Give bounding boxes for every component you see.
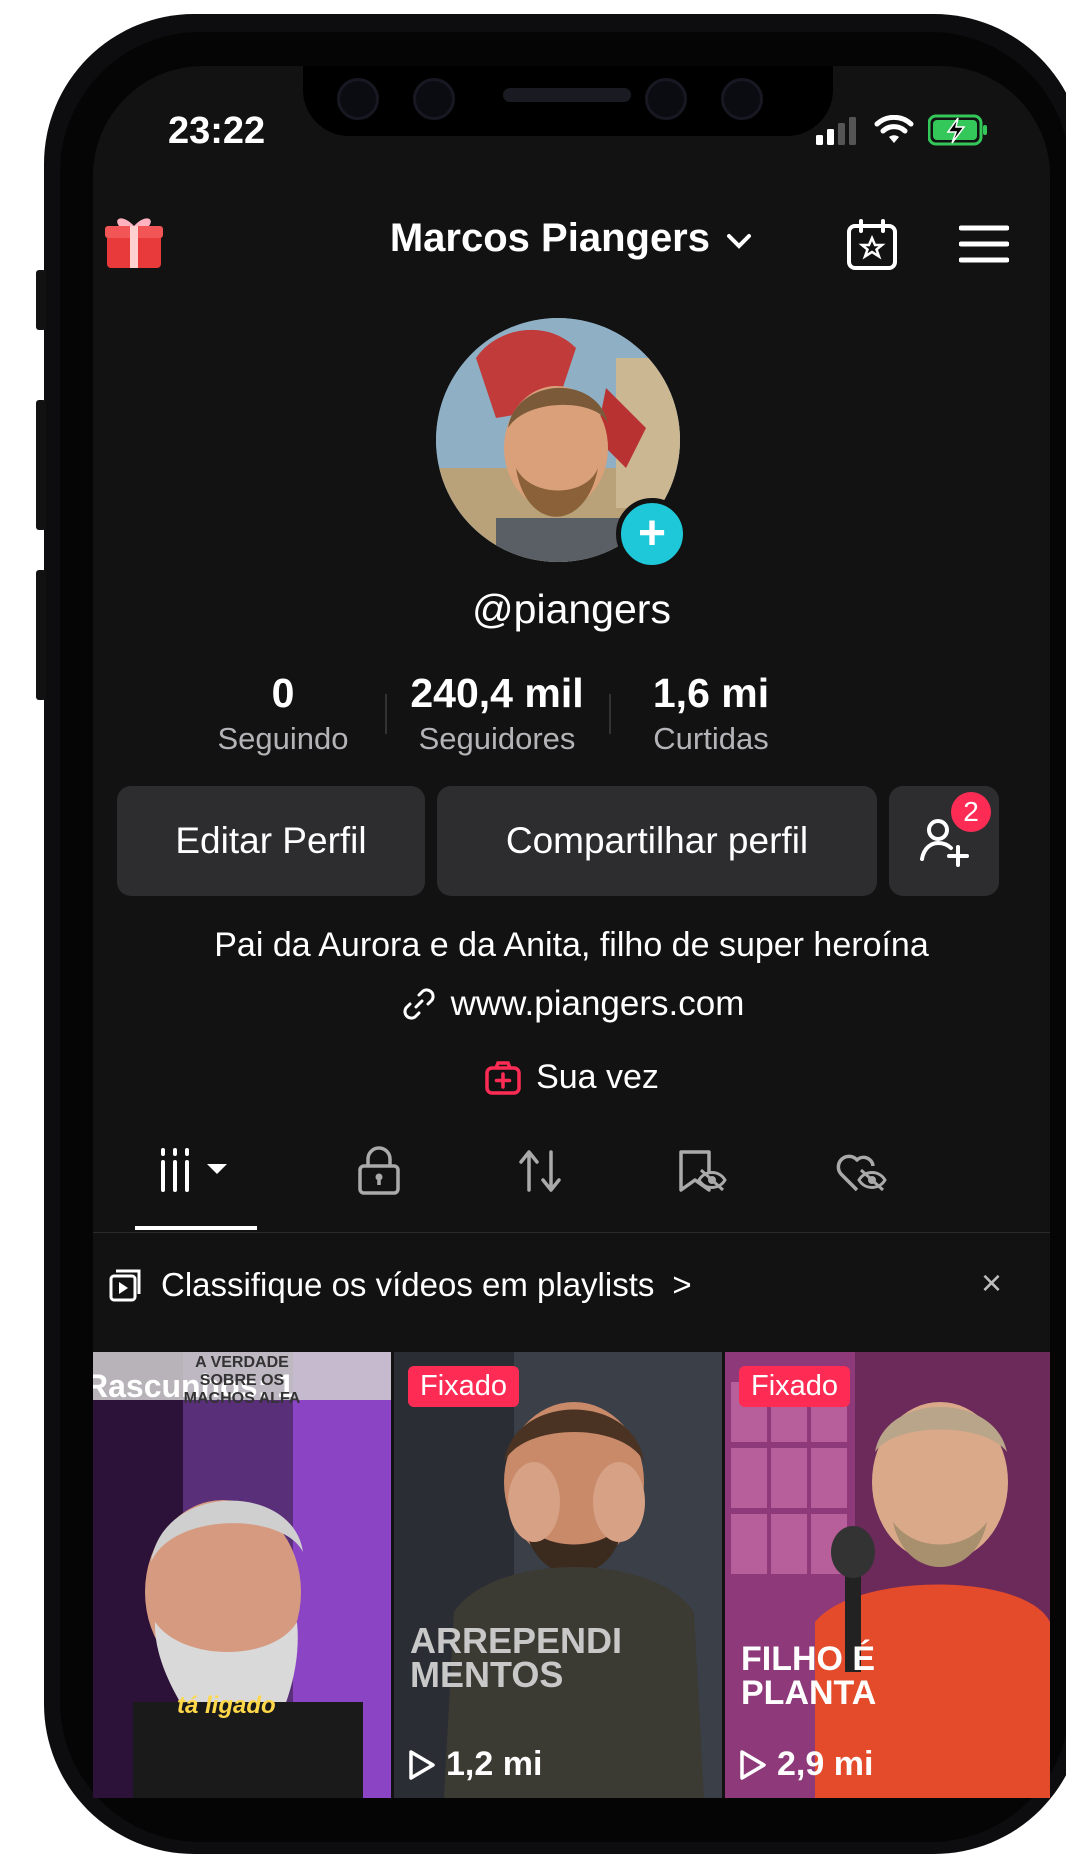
view-count-value: 2,9 mi: [777, 1745, 874, 1783]
profile-link[interactable]: www.piangers.com: [93, 984, 1050, 1024]
menu-hamburger-icon[interactable]: [959, 224, 1009, 264]
tabs-divider: [93, 1232, 1050, 1233]
edit-profile-button[interactable]: Editar Perfil: [117, 786, 425, 896]
notch: [303, 66, 833, 136]
battery-charging-icon: [928, 114, 987, 146]
stat-followers[interactable]: 240,4 mil Seguidores: [387, 670, 607, 757]
stat-following-label: Seguindo: [217, 721, 349, 756]
view-count-value: 1,2 mi: [446, 1745, 543, 1783]
video-thumbnail-pinned-2[interactable]: Fixado FILHO É PLANTA 2,9 mi: [725, 1352, 1050, 1798]
playlist-prompt-text: Classifique os vídeos em playlists: [161, 1266, 655, 1303]
stat-likes[interactable]: 1,6 mi Curtidas: [601, 670, 821, 757]
stat-following-value: 0: [271, 670, 295, 716]
chevron-down-icon: [727, 234, 752, 249]
pinned-1-thumbnail-image: [394, 1352, 722, 1798]
bookmark-hidden-icon: [679, 1150, 727, 1192]
video-thumbnail-drafts[interactable]: Rascunhos: 1 A VERDADE SOBRE OS MACHOS A…: [93, 1352, 391, 1798]
video-grid: Rascunhos: 1 A VERDADE SOBRE OS MACHOS A…: [93, 1352, 1050, 1798]
profile-link-text: www.piangers.com: [450, 984, 745, 1023]
mute-switch: [36, 270, 46, 330]
volume-up-button: [36, 400, 46, 530]
account-switcher[interactable]: Marcos Piangers: [93, 216, 1050, 261]
pinned-2-thumbnail-image: [725, 1352, 1050, 1798]
view-count: 2,9 mi: [739, 1745, 873, 1784]
profile-bio: Pai da Aurora e da Anita, filho de super…: [214, 926, 929, 964]
active-tab-indicator: [135, 1226, 257, 1230]
tab-videos[interactable]: [157, 1146, 233, 1199]
status-icons: [816, 114, 990, 146]
thumbnail-title-line-1: ARREPENDI: [410, 1620, 623, 1661]
sua-vez-button[interactable]: Sua vez: [93, 1058, 1050, 1097]
app-screen: 23:22 Marcos Piangers + @piangers 0 Segu…: [93, 66, 1050, 1798]
volume-down-button: [36, 570, 46, 700]
play-icon: [409, 1749, 435, 1780]
thumbnail-subtitle: tá ligado: [177, 1692, 276, 1719]
thumbnail-title-line-1: FILHO É: [741, 1640, 876, 1678]
status-time: 23:22: [168, 110, 266, 152]
stat-likes-label: Curtidas: [653, 721, 769, 756]
thumbnail-title-line-2: MENTOS: [410, 1654, 564, 1695]
add-post-icon: [485, 1060, 521, 1095]
sensor-2: [645, 78, 687, 120]
thumbnail-title: ARREPENDI MENTOS: [410, 1620, 623, 1695]
friend-requests-badge: 2: [951, 792, 991, 832]
play-icon: [740, 1749, 766, 1780]
playlist-prompt[interactable]: Classifique os vídeos em playlists >: [107, 1266, 692, 1304]
pinned-badge: Fixado: [408, 1366, 520, 1407]
calendar-star-icon[interactable]: [845, 218, 899, 272]
sua-vez-label: Sua vez: [536, 1058, 659, 1096]
profile-handle: @piangers: [472, 586, 671, 632]
add-story-button[interactable]: +: [616, 498, 688, 570]
drafts-thumbnail-image: [93, 1352, 391, 1798]
tab-private[interactable]: [355, 1146, 403, 1201]
pinned-badge: Fixado: [739, 1366, 851, 1407]
stat-following[interactable]: 0 Seguindo: [173, 670, 393, 757]
video-thumbnail-pinned-1[interactable]: Fixado ARREPENDI MENTOS 1,2 mi: [394, 1352, 722, 1798]
tab-liked[interactable]: [835, 1146, 887, 1201]
profile-tabs: [93, 1146, 1050, 1206]
earpiece-speaker: [503, 88, 631, 102]
playlist-icon: [109, 1269, 141, 1302]
sensor: [337, 78, 379, 120]
view-count: 1,2 mi: [408, 1745, 542, 1784]
video-grid-icon: [161, 1148, 227, 1192]
face-id-sensor: [721, 78, 763, 120]
tab-reposts[interactable]: [515, 1146, 565, 1201]
thumbnail-top-caption: A VERDADE SOBRE OS MACHOS ALFA: [183, 1354, 301, 1407]
lock-icon: [358, 1146, 400, 1195]
stat-followers-value: 240,4 mil: [410, 670, 584, 716]
stat-followers-label: Seguidores: [418, 721, 576, 756]
wifi-icon: [874, 115, 914, 143]
thumbnail-title-line-2: PLANTA: [741, 1674, 877, 1712]
thumbnail-title: FILHO É PLANTA: [741, 1642, 876, 1710]
link-icon: [403, 988, 435, 1020]
tab-saved[interactable]: [675, 1146, 727, 1201]
repost-icon: [519, 1150, 561, 1192]
chevron-right-icon: >: [672, 1266, 692, 1303]
stat-likes-value: 1,6 mi: [652, 670, 770, 716]
front-camera: [413, 78, 455, 120]
heart-hidden-icon: [836, 1154, 887, 1192]
share-profile-button[interactable]: Compartilhar perfil: [437, 786, 877, 896]
signal-icon: [816, 117, 856, 145]
close-playlist-prompt-button[interactable]: ×: [981, 1262, 1002, 1304]
account-name: Marcos Piangers: [389, 216, 710, 260]
